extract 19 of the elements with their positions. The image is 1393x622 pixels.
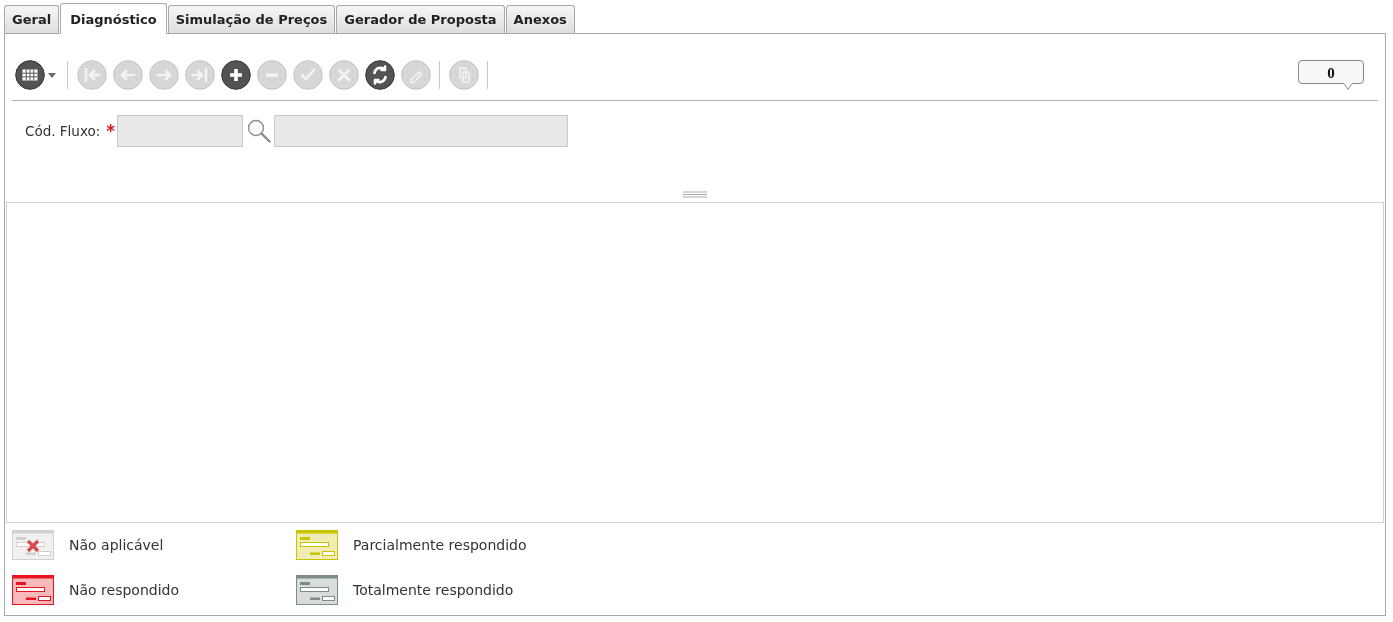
tab[interactable]: Geral bbox=[4, 5, 60, 33]
field-label: Cód. Fluxo: bbox=[25, 123, 101, 139]
count-bubble: 0 bbox=[1298, 60, 1364, 90]
legend-label: Não respondido bbox=[69, 582, 179, 598]
required-mark: * bbox=[106, 122, 116, 140]
legend-label: Totalmente respondido bbox=[353, 582, 514, 598]
tab[interactable]: Diagnóstico bbox=[60, 3, 167, 34]
refresh-icon[interactable] bbox=[365, 60, 395, 90]
legend-label: Parcialmente respondido bbox=[353, 537, 527, 553]
legend-label: Não aplicável bbox=[69, 537, 164, 553]
tab[interactable]: Anexos bbox=[505, 5, 575, 33]
grip-icon[interactable] bbox=[683, 191, 707, 198]
tab[interactable]: Gerador de Proposta bbox=[336, 5, 505, 33]
caret-icon bbox=[48, 72, 56, 78]
tab[interactable]: Simulação de Preços bbox=[167, 5, 336, 33]
grid-icon bbox=[15, 60, 45, 90]
search-icon[interactable] bbox=[246, 118, 273, 144]
grid-menu-button[interactable] bbox=[15, 60, 56, 90]
plus-icon[interactable] bbox=[221, 60, 251, 90]
